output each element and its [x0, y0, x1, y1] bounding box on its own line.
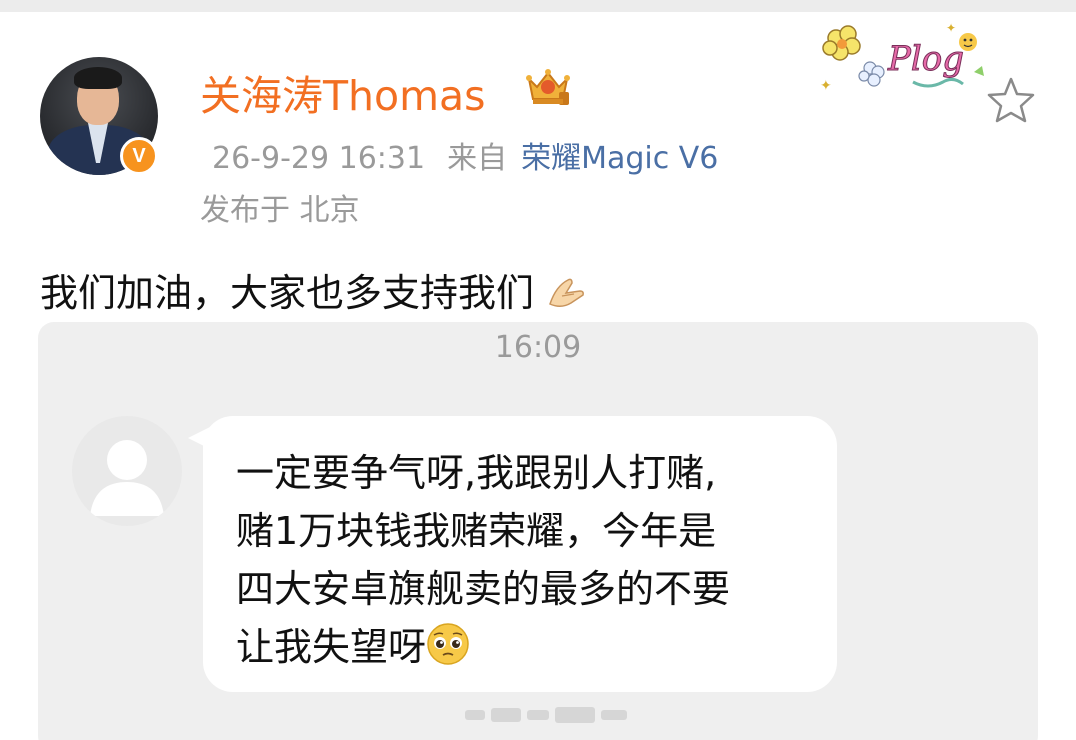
- post-timestamp: 26-9-29 16:31: [212, 141, 426, 176]
- source-prefix: 来自: [447, 141, 508, 176]
- plog-sticker: Plog ✦ ✦: [820, 21, 984, 94]
- message-line: 一定要争气呀,我跟别人打赌,: [236, 451, 717, 495]
- avatar-hair: [74, 67, 122, 89]
- star-icon[interactable]: [985, 75, 1037, 125]
- message-line: 赌1万块钱我赌荣耀，今年是: [236, 509, 717, 553]
- weibo-post-page: V 关海涛Thomas 26-9-29 16:31 来自 荣耀Magic V6 发布…: [0, 0, 1076, 740]
- pressed-hands-emoji: [549, 278, 585, 307]
- device-link[interactable]: 荣耀Magic V6: [521, 141, 718, 176]
- message-text: 一定要争气呀,我跟别人打赌, 赌1万块钱我赌荣耀，今年是 四大安卓旗舰卖的最多的…: [236, 444, 826, 676]
- message-line-last: 让我失望呀: [236, 618, 826, 676]
- svg-text:Plog: Plog: [887, 39, 964, 79]
- svg-text:✦: ✦: [820, 78, 832, 94]
- post-body: 我们加油，大家也多支持我们: [40, 262, 588, 317]
- message-line: 四大安卓旗舰卖的最多的不要: [236, 567, 731, 611]
- pleading-face-emoji: [427, 623, 469, 665]
- message-line: 让我失望呀: [236, 625, 427, 669]
- post-text: 我们加油，大家也多支持我们: [40, 271, 535, 315]
- blurred-watermark: [465, 707, 627, 723]
- author-name[interactable]: 关海涛Thomas: [200, 62, 486, 122]
- chat-time: 16:09: [494, 330, 582, 365]
- default-avatar-icon: [72, 416, 182, 526]
- crown-vip-icon[interactable]: [523, 65, 573, 109]
- post-meta: 26-9-29 16:31 来自 荣耀Magic V6: [200, 133, 718, 177]
- svg-text:✦: ✦: [946, 21, 956, 35]
- top-divider: [0, 0, 1076, 12]
- verified-badge-icon: V: [120, 137, 158, 175]
- post-location: 发布于 北京: [200, 193, 360, 228]
